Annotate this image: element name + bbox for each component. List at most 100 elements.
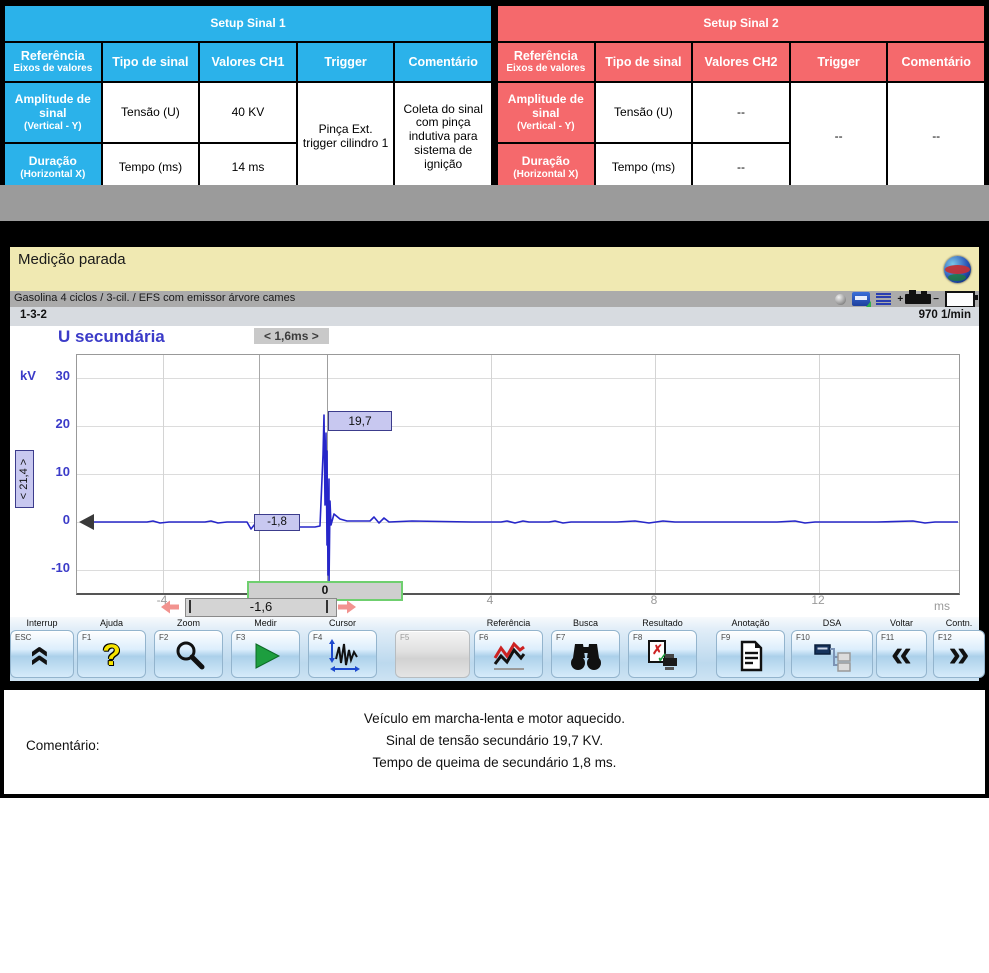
x-tick-12: 12 bbox=[804, 593, 832, 607]
button-label: Cursor bbox=[308, 618, 377, 628]
setup1-comentario-value: Coleta do sinal com pinça indutiva para … bbox=[394, 82, 492, 192]
status-title-bar: Medição parada bbox=[10, 247, 979, 291]
toolbar-slot-cursor: Cursor F4 bbox=[308, 617, 377, 681]
cursor-button[interactable]: F4 bbox=[308, 630, 377, 678]
connection-sphere-icon bbox=[835, 294, 846, 305]
voltage-cursor-chip[interactable]: < 21,4 > bbox=[15, 450, 39, 508]
bosch-logo-green bbox=[948, 274, 966, 281]
referencia-button[interactable]: F6 bbox=[474, 630, 543, 678]
busca-button[interactable]: F7 bbox=[551, 630, 620, 678]
toolbar-slot-busca: Busca F7 bbox=[551, 617, 620, 681]
measurement-status: Medição parada bbox=[18, 251, 126, 268]
setup1-amplitude-ref: Amplitude de sinal (Vertical - Y) bbox=[4, 82, 102, 143]
plot-region[interactable]: 19,7 -1,8 bbox=[76, 354, 960, 595]
time-cursor-chip[interactable]: < 1,6ms > bbox=[254, 328, 329, 344]
col-referencia-label: Referência bbox=[514, 49, 578, 63]
setup2-col-trigger: Trigger bbox=[790, 42, 888, 82]
ajuda-button[interactable]: F1 ? bbox=[77, 630, 146, 678]
button-label: Contn. bbox=[933, 618, 985, 628]
oscilloscope-content: Medição parada Gasolina 4 ciclos / 3-cil… bbox=[10, 247, 979, 681]
resultado-button[interactable]: F8 ✗ ✓ bbox=[628, 630, 697, 678]
setup1-col-comentario: Comentário bbox=[394, 42, 492, 82]
setup2-amplitude-valor: -- bbox=[692, 82, 790, 143]
button-label: Voltar bbox=[876, 618, 927, 628]
setup2-amplitude-ref: Amplitude de sinal (Vertical - Y) bbox=[497, 82, 595, 143]
amplitude-sub: (Vertical - Y) bbox=[501, 121, 591, 133]
setup2-title: Setup Sinal 2 bbox=[497, 5, 985, 42]
comment-panel: Comentário: Veículo em marcha-lenta e mo… bbox=[0, 686, 989, 798]
cursor-tick bbox=[189, 600, 191, 613]
amplitude-label: Amplitude de sinal bbox=[508, 92, 584, 120]
x-axis-unit: ms bbox=[934, 599, 950, 613]
voltage-cursor-label: < 21,4 > bbox=[15, 450, 34, 508]
setup1-col-valores: Valores CH1 bbox=[199, 42, 297, 82]
comment-line: Sinal de tensão secundário 19,7 KV. bbox=[4, 730, 985, 752]
toolbar-slot-resultado: Resultado F8 ✗ ✓ bbox=[628, 617, 697, 681]
toolbar-slot-interrup: Interrup ESC « bbox=[10, 617, 74, 681]
toolbar-slot-ajuda: Ajuda F1 ? bbox=[77, 617, 146, 681]
button-label: Referência bbox=[474, 618, 543, 628]
setup1-amplitude-valor: 40 KV bbox=[199, 82, 297, 143]
button-label: Zoom bbox=[154, 618, 223, 628]
comment-line: Tempo de queima de secundário 1,8 ms. bbox=[4, 752, 985, 774]
burn-time-chip[interactable]: -1,8 bbox=[254, 514, 300, 531]
contn-button[interactable]: F12 » bbox=[933, 630, 985, 678]
function-key-toolbar: Interrup ESC « Ajuda F1 ? Zoom bbox=[10, 617, 979, 681]
comment-line: Veículo em marcha-lenta e motor aquecido… bbox=[4, 708, 985, 730]
button-label: Busca bbox=[551, 618, 620, 628]
dsa-button[interactable]: F10 bbox=[791, 630, 873, 678]
y-tick-n10: -10 bbox=[36, 560, 70, 575]
chart-title: U secundária bbox=[58, 327, 165, 347]
col-referencia-sub: Eixos de valores bbox=[8, 63, 98, 75]
col-referencia-label: Referência bbox=[21, 49, 85, 63]
y-tick-10: 10 bbox=[36, 464, 70, 479]
vehicle-status-bar: Gasolina 4 ciclos / 3-cil. / EFS com emi… bbox=[10, 291, 979, 307]
toolbar-slot-referencia: Referência F6 bbox=[474, 617, 543, 681]
y-tick-20: 20 bbox=[36, 416, 70, 431]
voltar-button[interactable]: F11 « bbox=[876, 630, 927, 678]
setup2-col-referencia: Referência Eixos de valores bbox=[497, 42, 595, 82]
y-tick-0: 0 bbox=[36, 512, 70, 527]
button-label: Interrup bbox=[10, 618, 74, 628]
cursor-position-box[interactable]: -1,6 bbox=[185, 598, 337, 617]
anotacao-button[interactable]: F9 bbox=[716, 630, 785, 678]
measure-codes-icon bbox=[876, 292, 891, 306]
separator-gray-band bbox=[0, 185, 989, 221]
toolbar-slot-dsa: DSA F10 bbox=[791, 617, 873, 681]
setup-sinal-2-table: Setup Sinal 2 Referência Eixos de valore… bbox=[496, 4, 986, 193]
print-icon bbox=[852, 292, 870, 306]
duracao-sub: (Horizontal X) bbox=[8, 169, 98, 181]
toolbar-slot-f5: F5 bbox=[395, 617, 470, 681]
peak-voltage-chip[interactable]: 19,7 bbox=[328, 411, 392, 431]
toolbar-slot-zoom: Zoom F2 bbox=[154, 617, 223, 681]
interrup-button[interactable]: ESC « bbox=[10, 630, 74, 678]
amplitude-label: Amplitude de sinal bbox=[15, 92, 91, 120]
toolbar-slot-voltar: Voltar F11 « bbox=[876, 617, 927, 681]
status-icons: +− bbox=[835, 291, 975, 307]
magnifier-icon bbox=[173, 640, 205, 672]
fkey-label: F5 bbox=[400, 633, 409, 642]
button-label: Anotação bbox=[716, 618, 785, 628]
duracao-label: Duração bbox=[29, 154, 77, 168]
button-label: Ajuda bbox=[77, 618, 146, 628]
scroll-left-arrow-icon[interactable] bbox=[160, 600, 180, 614]
f5-button-disabled: F5 bbox=[395, 630, 470, 678]
scroll-right-arrow-icon[interactable] bbox=[337, 600, 357, 614]
setup1-col-trigger: Trigger bbox=[297, 42, 395, 82]
duracao-sub: (Horizontal X) bbox=[501, 169, 591, 181]
play-icon bbox=[250, 641, 282, 671]
diagnostic-screen: Setup Sinal 1 Referência Eixos de valore… bbox=[0, 0, 989, 973]
engine-rpm: 970 1/min bbox=[919, 309, 971, 321]
binoculars-icon bbox=[569, 640, 603, 672]
comment-text: Veículo em marcha-lenta e motor aquecido… bbox=[4, 708, 985, 774]
toolbar-slot-medir: Medir F3 bbox=[231, 617, 300, 681]
setup2-col-comentario: Comentário bbox=[887, 42, 985, 82]
firing-order: 1-3-2 bbox=[20, 309, 47, 321]
reference-curves-icon bbox=[492, 640, 526, 672]
medir-button[interactable]: F3 bbox=[231, 630, 300, 678]
bosch-logo-band bbox=[945, 265, 970, 274]
setup2-amplitude-tipo: Tensão (U) bbox=[595, 82, 693, 143]
col-referencia-sub: Eixos de valores bbox=[501, 63, 591, 75]
zoom-button[interactable]: F2 bbox=[154, 630, 223, 678]
setup1-amplitude-tipo: Tensão (U) bbox=[102, 82, 200, 143]
